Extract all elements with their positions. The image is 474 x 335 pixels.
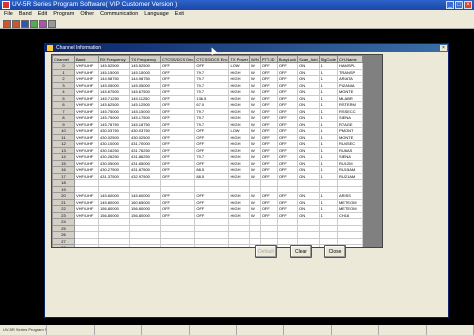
menu-item-edit[interactable]: Edit — [38, 10, 47, 19]
open-icon[interactable] — [3, 20, 11, 28]
column-header[interactable]: Band — [74, 55, 99, 63]
status-cell — [379, 325, 427, 335]
table-cell[interactable] — [228, 244, 251, 247]
maximize-button[interactable]: □ — [455, 1, 463, 9]
save-icon[interactable] — [12, 20, 20, 28]
close-window-button[interactable]: × — [464, 1, 472, 9]
app-icon — [2, 1, 10, 9]
settings-icon[interactable] — [39, 20, 47, 28]
toolbar — [0, 19, 474, 29]
column-header[interactable]: Scan_Add — [297, 55, 320, 63]
status-cell: UV-5R Series Program Software — [0, 325, 48, 335]
status-cell — [190, 325, 238, 335]
dialog-title-bar: Channel Information × — [45, 44, 448, 52]
status-cell — [95, 325, 143, 335]
row-index-cell: 28 — [52, 244, 75, 247]
status-bar: UV-5R Series Program Software — [0, 325, 474, 335]
column-header[interactable]: RX Frequency — [98, 55, 130, 63]
status-cell — [237, 325, 285, 335]
status-cell — [332, 325, 380, 335]
menu-item-communication[interactable]: Communication — [100, 10, 138, 19]
close-button[interactable]: Close — [324, 245, 346, 258]
app-title-bar: UV-5R Series Program Software( VIP Custo… — [0, 0, 474, 10]
clear-button[interactable]: Clear — [290, 245, 312, 258]
column-header[interactable]: CTCSS/DCS Dec — [159, 55, 196, 63]
table-cell[interactable] — [159, 244, 196, 247]
channel-grid[interactable]: Channel Band RX Frequency TX Frequency CTCSS… — [51, 54, 383, 248]
write-icon[interactable] — [30, 20, 38, 28]
menu-item-exit[interactable]: Exit — [175, 10, 184, 19]
menu-item-other[interactable]: Other — [80, 10, 94, 19]
menu-item-band[interactable]: Band — [19, 10, 32, 19]
dialog-icon — [47, 45, 53, 51]
column-header[interactable]: PTT-ID — [259, 55, 278, 63]
status-cell — [142, 325, 190, 335]
menu-item-file[interactable]: File — [4, 10, 13, 19]
dialog-title: Channel Information — [56, 45, 102, 51]
column-header[interactable]: W/N — [249, 55, 261, 63]
menu-item-program[interactable]: Program — [53, 10, 74, 19]
status-cell — [284, 325, 332, 335]
column-header[interactable]: TX Power — [228, 55, 251, 63]
table-cell[interactable] — [129, 244, 161, 247]
table-cell[interactable] — [74, 244, 99, 247]
column-header[interactable]: CTCSS/DCS Enc — [194, 55, 230, 63]
column-header[interactable]: BusyLock — [276, 55, 299, 63]
column-header[interactable]: CH-Name — [336, 55, 363, 63]
column-header[interactable]: SigCode — [318, 55, 338, 63]
table-cell[interactable] — [194, 244, 230, 247]
help-icon[interactable] — [48, 20, 56, 28]
column-header[interactable]: TX Frequency — [129, 55, 161, 63]
minimize-button[interactable]: _ — [446, 1, 454, 9]
table-row[interactable]: 28 — [52, 244, 363, 247]
dialog-close-icon[interactable]: × — [440, 45, 447, 51]
column-header[interactable]: Channel — [52, 55, 75, 63]
menu-item-language[interactable]: Language — [144, 10, 168, 19]
app-title: UV-5R Series Program Software( VIP Custo… — [12, 1, 178, 8]
table-cell[interactable] — [98, 244, 130, 247]
channel-information-dialog: Channel Information × Channel Band RX Freq… — [44, 43, 449, 318]
status-cell — [47, 325, 95, 335]
read-icon[interactable] — [21, 20, 29, 28]
menu-bar: File Band Edit Program Other Communication Lan… — [0, 10, 474, 19]
channel-table: Channel Band RX Frequency TX Frequency CTCSS… — [52, 55, 363, 247]
default-button[interactable]: Default — [255, 245, 277, 258]
status-cell — [427, 325, 474, 335]
table-header: Channel Band RX Frequency TX Frequency CTCSS… — [52, 55, 363, 63]
window-controls: _ □ × — [446, 1, 472, 9]
